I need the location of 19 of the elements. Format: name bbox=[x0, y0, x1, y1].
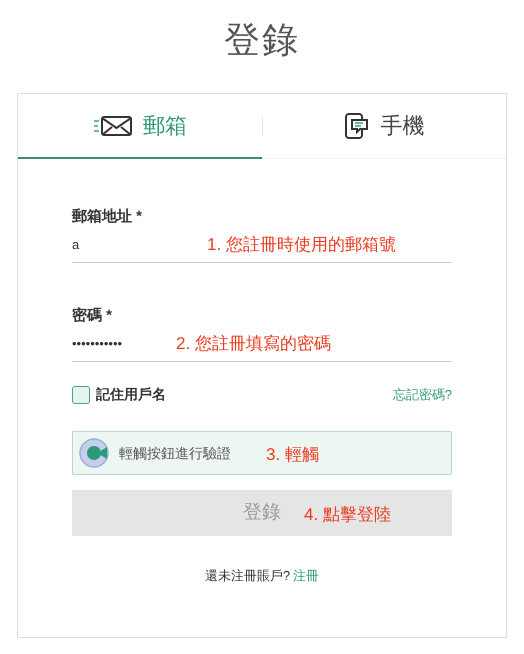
tab[interactable]: 郵箱 bbox=[18, 94, 262, 159]
register-link[interactable]: 注冊 bbox=[293, 566, 320, 586]
footer-text: 還未注冊賬戶? bbox=[204, 567, 290, 585]
envelope-icon bbox=[92, 114, 133, 136]
remember-label: 記住用戶名 bbox=[96, 385, 166, 404]
captcha-icon bbox=[79, 438, 109, 468]
forgot-password-link[interactable]: 忘記密碼? bbox=[392, 384, 452, 404]
page-title: 登錄 bbox=[224, 18, 300, 62]
annotation-text: 3. 輕觸 bbox=[266, 444, 319, 466]
input-field[interactable]: a bbox=[72, 234, 207, 254]
annotation-text: 1. 您註冊時使用的郵箱號 bbox=[207, 234, 396, 256]
field-label: 郵箱地址 * bbox=[72, 207, 144, 227]
tab[interactable]: 手機 bbox=[262, 94, 506, 159]
annotation-text: 4. 點擊登陸 bbox=[304, 504, 391, 526]
checkbox[interactable] bbox=[72, 386, 90, 404]
field-label: 密碼 * bbox=[72, 306, 114, 326]
annotation-text: 2. 您註冊填寫的密碼 bbox=[176, 332, 331, 355]
phone-message-icon bbox=[344, 112, 370, 140]
input-field[interactable]: ••••••••••• bbox=[72, 334, 176, 354]
